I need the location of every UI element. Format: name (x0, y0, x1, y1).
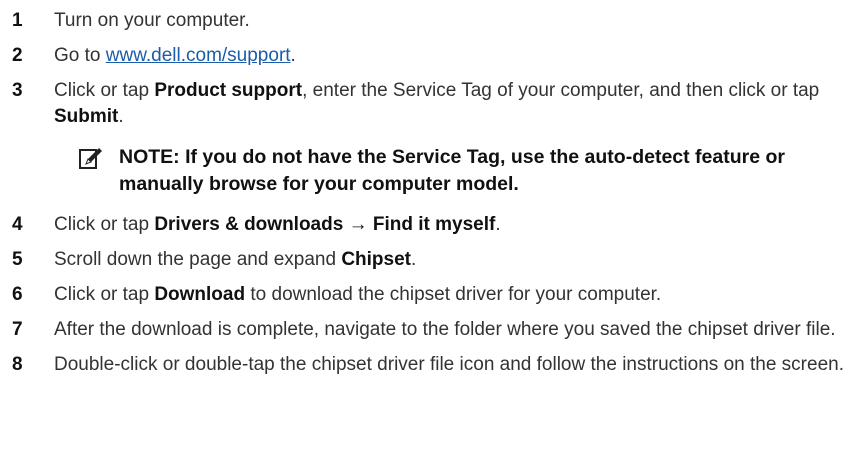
step-text-segment: Click or tap (54, 80, 155, 101)
step-text-segment: . (290, 45, 296, 66)
step-number: 2 (12, 45, 23, 66)
step-number: 1 (12, 10, 23, 31)
step-text-segment: . (495, 214, 501, 235)
ui-term-drivers-downloads: Drivers & downloads → Find it myself (154, 214, 496, 235)
step-text: Scroll down the page and expand Chipset. (54, 247, 847, 273)
step-number: 6 (12, 284, 23, 305)
step-text-segment: Go to (54, 45, 106, 66)
step-number: 4 (12, 214, 23, 235)
ui-term-chipset: Chipset (341, 249, 412, 270)
ui-term-submit: Submit (54, 106, 119, 127)
step-text-segment: , enter the Service Tag of your computer… (302, 80, 820, 101)
step-text: Click or tap Product support, enter the … (54, 78, 847, 130)
step-text: Double-click or double-tap the chipset d… (54, 354, 844, 375)
dell-support-link[interactable]: www.dell.com/support (106, 45, 291, 66)
step-text: Click or tap Drivers & downloads → Find … (54, 212, 847, 238)
step-6: 6 Click or tap Download to download the … (12, 282, 847, 308)
step-7: 7 After the download is complete, naviga… (12, 317, 847, 343)
step-text: After the download is complete, navigate… (54, 319, 836, 340)
step-number: 3 (12, 80, 23, 101)
step-text-segment: Scroll down the page and expand (54, 249, 342, 270)
step-number: 8 (12, 354, 23, 375)
step-3: 3 Click or tap Product support, enter th… (12, 78, 847, 130)
step-number: 7 (12, 319, 23, 340)
step-text-segment: . (411, 249, 417, 270)
step-text-segment: Click or tap (54, 214, 155, 235)
step-text-segment: to download the chipset driver for your … (245, 284, 662, 305)
pencil-note-icon (79, 144, 119, 198)
step-4: 4 Click or tap Drivers & downloads → Fin… (12, 212, 847, 238)
step-text: Click or tap Download to download the ch… (54, 282, 847, 308)
step-text-segment: Click or tap (54, 284, 155, 305)
ui-term-download: Download (154, 284, 246, 305)
step-5: 5 Scroll down the page and expand Chipse… (12, 247, 847, 273)
step-text-segment: . (118, 106, 124, 127)
step-text: Turn on your computer. (54, 10, 250, 31)
step-number: 5 (12, 249, 23, 270)
ui-term-product-support: Product support (154, 80, 303, 101)
note-text: NOTE: If you do not have the Service Tag… (119, 146, 785, 195)
step-text: Go to www.dell.com/support. (54, 43, 847, 69)
step-8: 8 Double-click or double-tap the chipset… (12, 352, 847, 378)
note-callout: NOTE: If you do not have the Service Tag… (79, 144, 847, 198)
step-1: 1 Turn on your computer. (12, 8, 847, 34)
instruction-steps: 1 Turn on your computer. 2 Go to www.del… (12, 8, 847, 387)
step-2: 2 Go to www.dell.com/support. (12, 43, 847, 69)
